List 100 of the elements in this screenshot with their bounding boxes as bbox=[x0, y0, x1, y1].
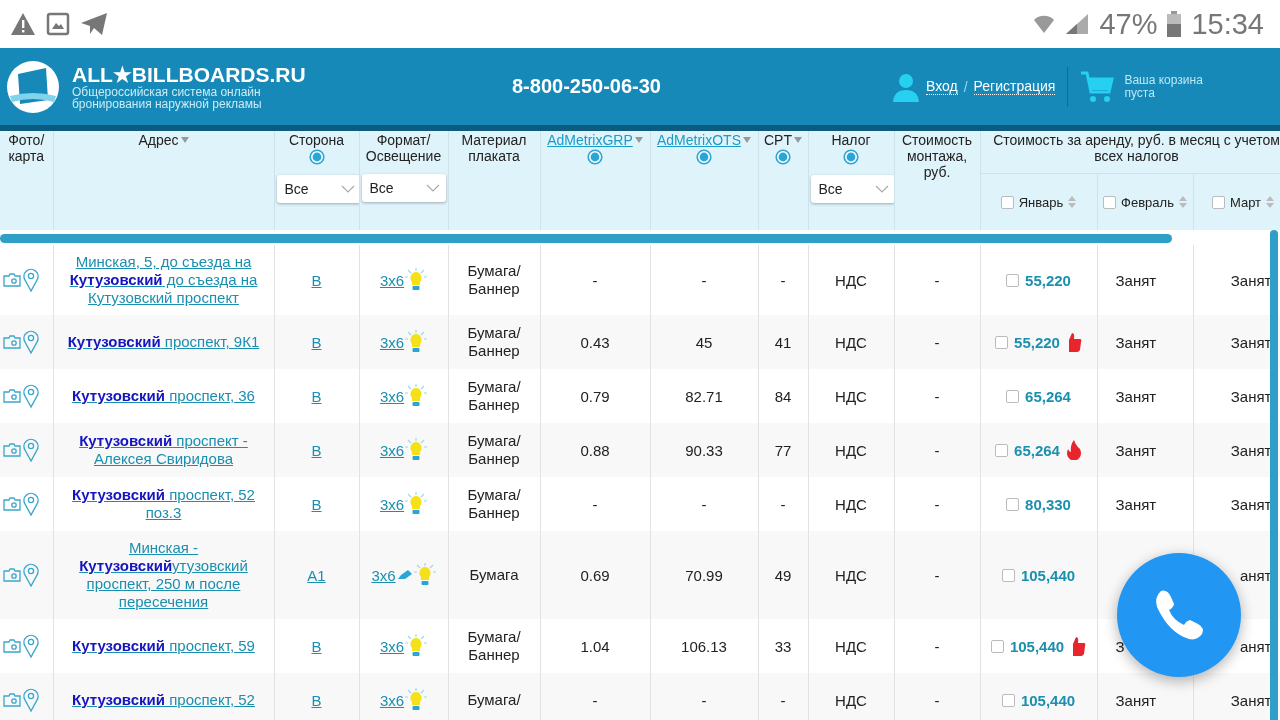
table-cell: 90.33 bbox=[685, 441, 723, 459]
filter-dropdown[interactable]: Все bbox=[361, 174, 446, 202]
address-link[interactable]: Минская, 5, до съезда на Кутузовский до съезда на Кутузовский проспект bbox=[56, 253, 271, 307]
checkbox[interactable] bbox=[1006, 497, 1020, 511]
sort-icon[interactable] bbox=[794, 137, 802, 143]
side-link[interactable]: А1 bbox=[307, 566, 326, 584]
checkbox[interactable] bbox=[1211, 195, 1225, 209]
column-header: Формат/ Освещение bbox=[364, 132, 443, 164]
checkbox[interactable] bbox=[1006, 273, 1020, 287]
side-link[interactable]: В bbox=[311, 495, 322, 513]
camera-icon[interactable] bbox=[3, 693, 21, 707]
table-cell: Занят bbox=[1115, 271, 1157, 289]
map-pin-icon[interactable] bbox=[23, 634, 39, 658]
table-cell: 41 bbox=[774, 333, 792, 351]
table-cell: Занят bbox=[1115, 441, 1157, 459]
address-link[interactable]: Кутузовский проспект, 36 bbox=[56, 387, 271, 405]
logo-icon[interactable] bbox=[6, 59, 60, 114]
checkbox[interactable] bbox=[1001, 693, 1015, 707]
address-link[interactable]: Кутузовский проспект, 59 bbox=[56, 637, 271, 655]
camera-icon[interactable] bbox=[3, 389, 21, 403]
sort-icon[interactable] bbox=[180, 137, 189, 143]
light-bulb-icon bbox=[405, 634, 428, 658]
link-separator: / bbox=[963, 78, 968, 95]
format-link[interactable]: 3x6 bbox=[379, 271, 405, 289]
table-cell: НДС bbox=[835, 691, 867, 709]
light-bulb-icon bbox=[405, 438, 428, 462]
side-link[interactable]: В bbox=[311, 441, 322, 459]
checkbox[interactable] bbox=[1103, 195, 1117, 209]
checkbox[interactable] bbox=[1000, 195, 1014, 209]
table-cell: 0.79 bbox=[580, 387, 610, 405]
sort-icon[interactable] bbox=[634, 137, 643, 143]
light-bulb-icon bbox=[405, 330, 428, 354]
map-pin-icon[interactable] bbox=[23, 330, 39, 354]
map-pin-icon[interactable] bbox=[23, 563, 39, 587]
column-header: Адрес bbox=[138, 132, 179, 148]
table-cell: - bbox=[934, 333, 940, 351]
table-cell: 0.88 bbox=[580, 441, 610, 459]
filter-dropdown[interactable]: Все bbox=[810, 175, 895, 203]
column-header: Фото/ карта bbox=[7, 132, 46, 164]
map-pin-icon[interactable] bbox=[23, 268, 39, 292]
wifi-icon bbox=[1033, 13, 1056, 35]
format-link[interactable]: 3x6 bbox=[379, 387, 405, 405]
table-cell: - bbox=[780, 691, 786, 709]
table-cell: - bbox=[780, 271, 786, 289]
scrollbar[interactable] bbox=[0, 234, 1172, 243]
side-link[interactable]: В bbox=[311, 387, 322, 405]
sort-icon[interactable] bbox=[1068, 195, 1077, 209]
camera-icon[interactable] bbox=[3, 443, 21, 457]
sort-icon[interactable] bbox=[743, 137, 751, 143]
battery-icon bbox=[1167, 11, 1182, 37]
format-link[interactable]: 3x6 bbox=[379, 333, 405, 351]
table-cell: - bbox=[934, 637, 940, 655]
camera-icon[interactable] bbox=[3, 273, 21, 287]
cart-icon[interactable] bbox=[1080, 69, 1115, 104]
checkbox[interactable] bbox=[1001, 568, 1015, 582]
register-link[interactable]: Регистрация bbox=[973, 78, 1056, 95]
image-icon bbox=[46, 12, 70, 36]
column-header-link[interactable]: AdMetrixOTS bbox=[657, 132, 741, 148]
filter-dropdown[interactable]: Все bbox=[276, 175, 361, 203]
checkbox[interactable] bbox=[995, 443, 1009, 457]
camera-icon[interactable] bbox=[3, 568, 21, 582]
checkbox[interactable] bbox=[1006, 389, 1020, 403]
table-cell: - bbox=[934, 495, 940, 513]
map-pin-icon[interactable] bbox=[23, 384, 39, 408]
scrollbar[interactable] bbox=[1270, 230, 1278, 720]
sort-icon[interactable] bbox=[1178, 195, 1187, 209]
phone-number[interactable]: 8-800-250-06-30 bbox=[512, 75, 892, 98]
column-header: Материал плаката bbox=[460, 132, 528, 164]
camera-icon[interactable] bbox=[3, 639, 21, 653]
format-link[interactable]: 3x6 bbox=[379, 691, 405, 709]
side-link[interactable]: В bbox=[311, 691, 322, 709]
light-bulb-icon bbox=[405, 384, 428, 408]
address-link[interactable]: Кутузовский проспект, 52 поз.3 bbox=[56, 486, 271, 522]
side-link[interactable]: В bbox=[311, 271, 322, 289]
camera-icon[interactable] bbox=[3, 497, 21, 511]
month-header: Январь bbox=[1018, 194, 1064, 210]
column-header: Налог bbox=[831, 132, 871, 148]
column-header: Стоимость за аренду, руб. в месяц с учетом всех налогов bbox=[993, 132, 1280, 164]
login-link[interactable]: Вход bbox=[926, 78, 958, 95]
format-link[interactable]: 3x6 bbox=[371, 566, 396, 584]
side-link[interactable]: В bbox=[311, 637, 322, 655]
tagline: Общероссийская система онлайн bbox=[72, 85, 262, 98]
camera-icon[interactable] bbox=[3, 335, 21, 349]
format-link[interactable]: 3x6 bbox=[379, 441, 405, 459]
map-pin-icon[interactable] bbox=[23, 688, 39, 712]
side-link[interactable]: В bbox=[311, 333, 322, 351]
table-cell: - bbox=[592, 271, 598, 289]
price: 65,264 bbox=[1025, 387, 1071, 405]
format-link[interactable]: 3x6 bbox=[379, 495, 405, 513]
table-cell: 106.13 bbox=[681, 637, 727, 655]
checkbox[interactable] bbox=[990, 639, 1004, 653]
map-pin-icon[interactable] bbox=[23, 438, 39, 462]
map-pin-icon[interactable] bbox=[23, 492, 39, 516]
table-cell: 0.43 bbox=[580, 333, 610, 351]
format-link[interactable]: 3x6 bbox=[379, 637, 405, 655]
table-cell: - bbox=[934, 691, 940, 709]
column-header-link[interactable]: AdMetrixGRP bbox=[547, 132, 633, 148]
checkbox[interactable] bbox=[995, 335, 1009, 349]
sort-icon[interactable] bbox=[1266, 195, 1275, 209]
site-logo-text[interactable]: ALL★BILLBOARDS.RU bbox=[72, 63, 512, 86]
